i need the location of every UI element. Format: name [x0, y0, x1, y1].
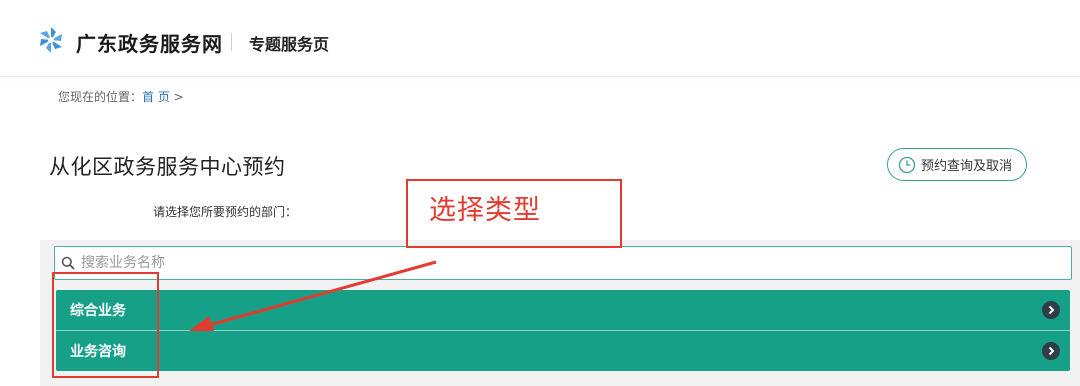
- search-icon: [61, 256, 75, 270]
- chevron-right-icon[interactable]: [1042, 342, 1060, 360]
- logo-icon[interactable]: [36, 25, 66, 55]
- breadcrumb-prefix: 您现在的位置：: [58, 90, 143, 104]
- breadcrumb: 您现在的位置：首 页 >: [58, 88, 184, 105]
- chevron-right-icon[interactable]: [1042, 301, 1060, 319]
- clock-icon: [898, 156, 916, 173]
- search-input[interactable]: [81, 255, 981, 271]
- appointment-query-label: 预约查询及取消: [921, 159, 1013, 174]
- sub-title: 专题服务页: [249, 35, 330, 54]
- appointment-query-button[interactable]: 预约查询及取消: [887, 148, 1027, 181]
- search-box[interactable]: [54, 246, 1072, 280]
- site-title[interactable]: 广东政务服务网: [76, 28, 223, 57]
- annotation-callout-text: 选择类型: [429, 195, 541, 226]
- breadcrumb-home-link[interactable]: 首 页: [142, 90, 170, 104]
- annotation-highlight-box: [52, 272, 159, 378]
- header-divider: [231, 33, 232, 51]
- page-title: 从化区政务服务中心预约: [49, 155, 286, 179]
- department-prompt: 请选择您所要预约的部门：: [153, 205, 298, 219]
- category-item-consultation[interactable]: 业务咨询: [56, 331, 1070, 371]
- breadcrumb-separator: >: [169, 90, 184, 104]
- category-item-comprehensive[interactable]: 综合业务: [56, 290, 1070, 330]
- site-header: 广东政务服务网 专题服务页: [0, 0, 1080, 77]
